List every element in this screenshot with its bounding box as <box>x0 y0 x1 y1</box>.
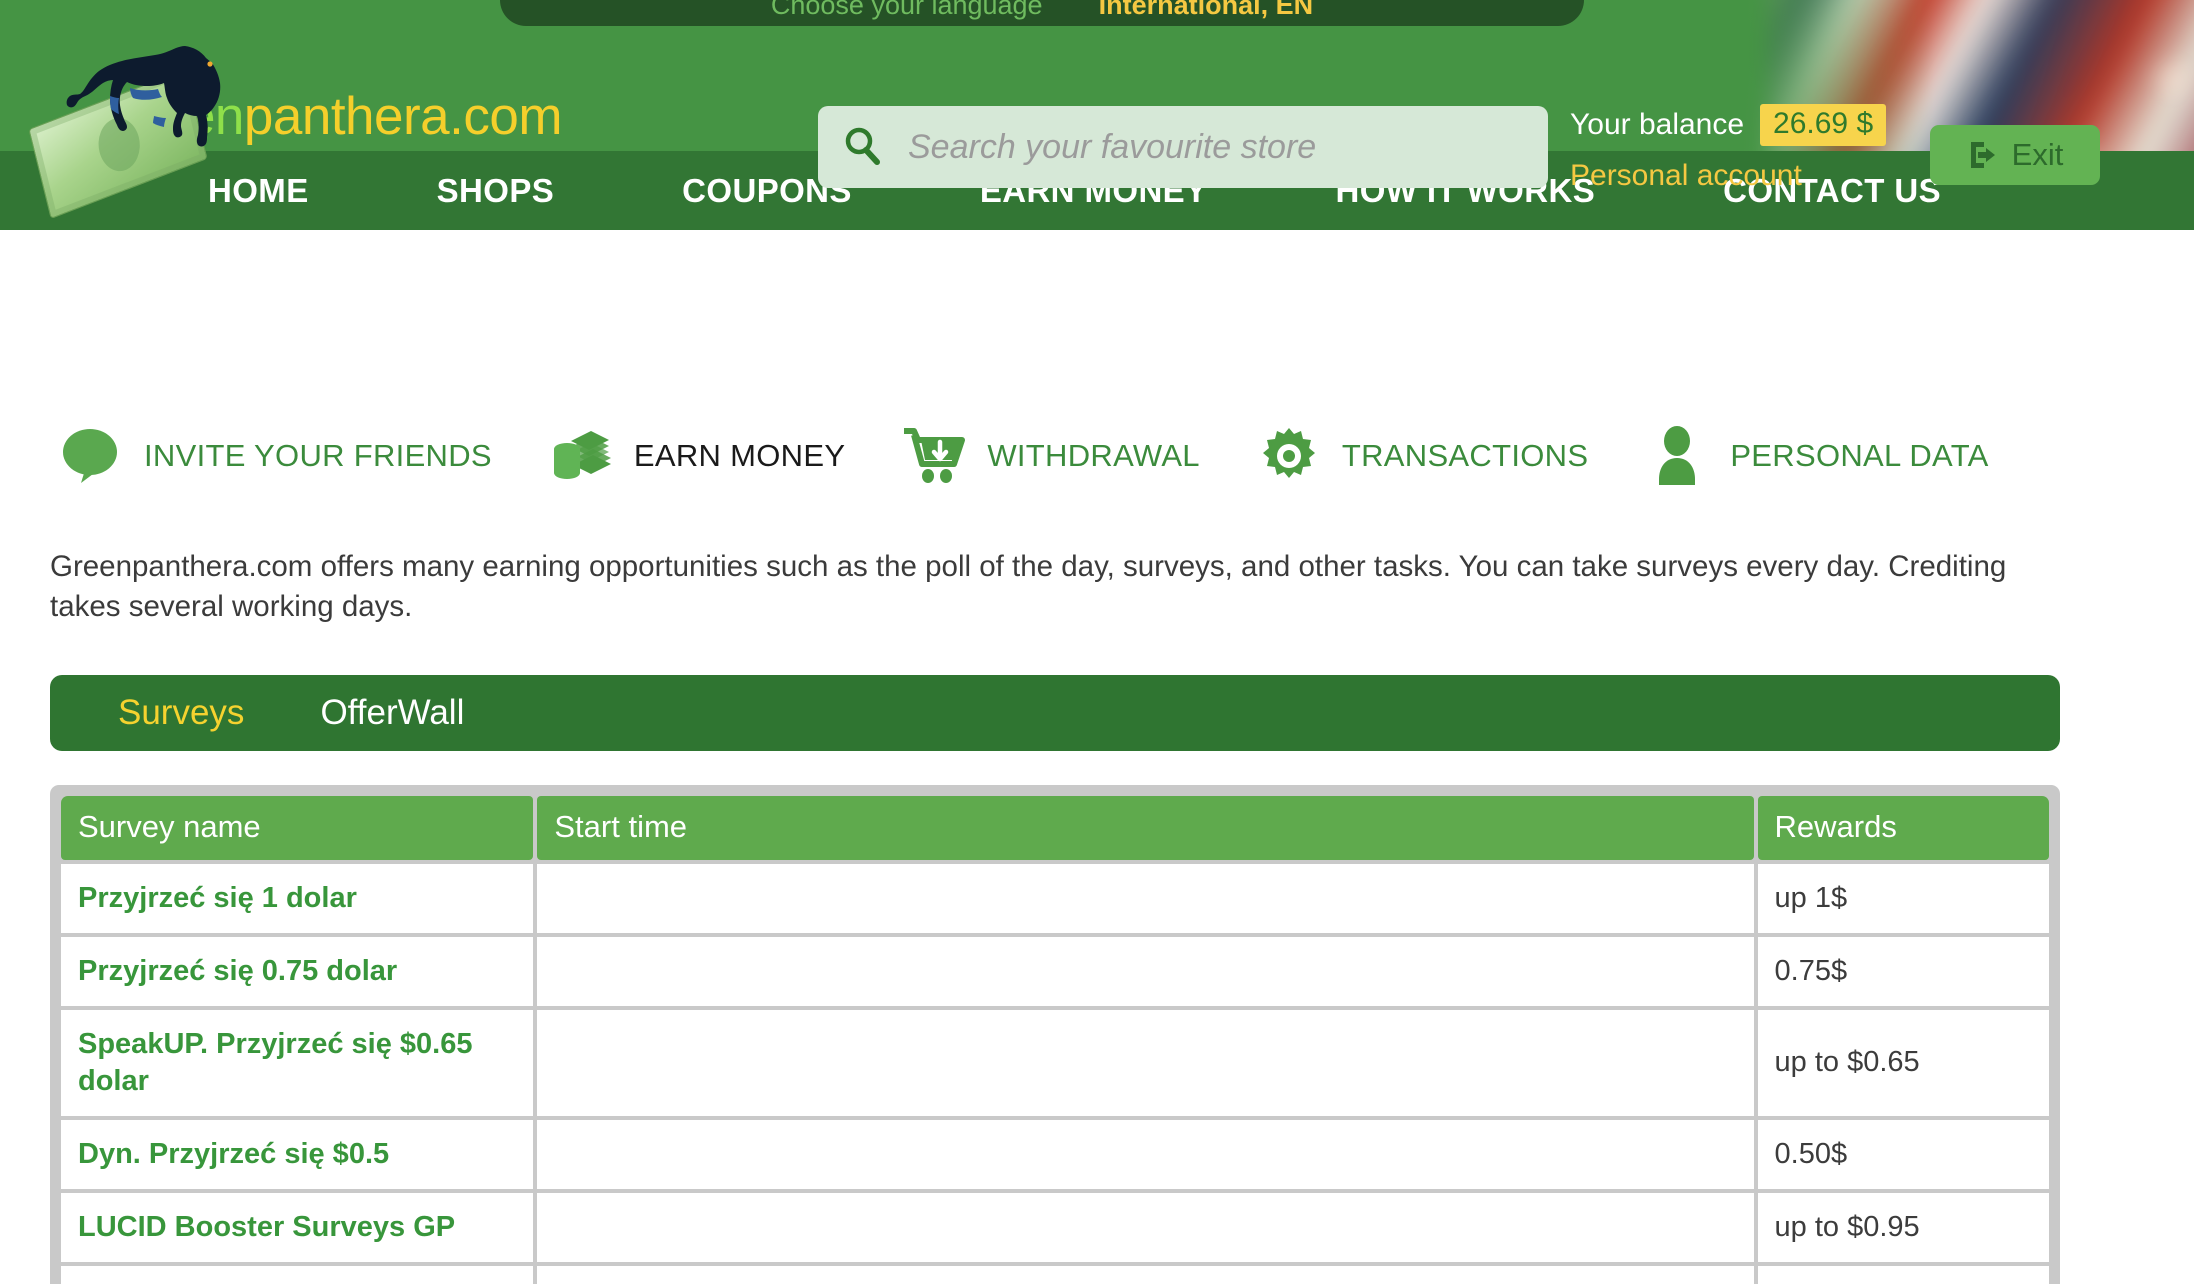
cell-reward: up to $0.95 <box>1757 1193 2049 1263</box>
personal-account-link[interactable]: Personal account <box>1570 159 1886 193</box>
balance-label: Your balance <box>1570 108 1745 141</box>
search-placeholder-text: Search your favourite store <box>908 127 1317 166</box>
quick-links-row: INVITE YOUR FRIENDS EARN MONEY WITHDRAWA… <box>48 425 2146 487</box>
table-row[interactable]: SpeakUP. Przyjrzeć się $0.65 dolar up to… <box>61 1009 2049 1117</box>
cell-reward: up to $0.65 <box>1757 1009 2049 1117</box>
quicklink-withdrawal[interactable]: WITHDRAWAL <box>901 425 1200 487</box>
quicklink-invite-your-friends[interactable]: INVITE YOUR FRIENDS <box>58 425 492 487</box>
tab-surveys[interactable]: Surveys <box>118 693 244 733</box>
search-icon <box>845 127 880 165</box>
cell-survey-name[interactable]: Przyjrzeć się 1 dolar <box>61 863 534 933</box>
column-header-start-time[interactable]: Start time <box>537 795 1754 860</box>
cell-start-time <box>537 1120 1754 1190</box>
cell-start-time <box>537 936 1754 1006</box>
cell-reward: 0.75$ <box>1757 936 2049 1006</box>
table-row[interactable]: Przyjrzeć się 1 dolar up 1$ <box>61 863 2049 933</box>
balance-amount-badge: 26.69 $ <box>1760 104 1887 146</box>
user-icon <box>1644 425 1710 487</box>
cell-survey-name[interactable]: SpeakUP. Przyjrzeć się $0.65 dolar <box>61 1009 534 1117</box>
table-row[interactable]: Dyn. Przyjrzeć się $0.5 0.50$ <box>61 1120 2049 1190</box>
cell-start-time <box>537 1193 1754 1263</box>
quicklink-label: WITHDRAWAL <box>987 438 1200 473</box>
quicklink-personal-data[interactable]: PERSONAL DATA <box>1644 425 1988 487</box>
table-row[interactable]: OpinionWorld Surveys Daily Router $0.70 <box>61 1266 2049 1284</box>
content-tabs: Surveys OfferWall <box>50 674 2060 751</box>
flag-star-icon <box>2149 52 2194 102</box>
language-selector-value[interactable]: International, EN <box>1099 0 1314 21</box>
cell-survey-name[interactable]: Dyn. Przyjrzeć się $0.5 <box>61 1120 534 1190</box>
column-header-rewards[interactable]: Rewards <box>1757 795 2049 860</box>
table-head: Survey name Start time Rewards <box>61 795 2049 860</box>
quicklink-label: TRANSACTIONS <box>1341 438 1589 473</box>
money-stack-icon <box>548 425 614 487</box>
cell-survey-name[interactable]: LUCID Booster Surveys GP <box>61 1193 534 1263</box>
table-row[interactable]: Przyjrzeć się 0.75 dolar 0.75$ <box>61 936 2049 1006</box>
quicklink-label: PERSONAL DATA <box>1730 438 1989 473</box>
quicklink-label: EARN MONEY <box>633 438 846 473</box>
table-row[interactable]: LUCID Booster Surveys GP up to $0.95 <box>61 1193 2049 1263</box>
exit-icon <box>1970 142 1995 168</box>
cell-start-time <box>537 863 1754 933</box>
cell-survey-name[interactable]: OpinionWorld Surveys Daily Router <box>61 1266 534 1284</box>
tab-offerwall[interactable]: OfferWall <box>320 693 464 733</box>
panther-silhouette-icon <box>66 46 221 147</box>
cell-start-time <box>537 1009 1754 1117</box>
surveys-table-container: Survey name Start time Rewards Przyjrzeć… <box>50 784 2060 1284</box>
balance-row: Your balance 26.69 $ <box>1570 104 1887 146</box>
surveys-table: Survey name Start time Rewards Przyjrzeć… <box>57 792 2053 1284</box>
quicklink-label: INVITE YOUR FRIENDS <box>144 438 492 473</box>
cell-survey-name[interactable]: Przyjrzeć się 0.75 dolar <box>61 936 534 1006</box>
cell-start-time <box>537 1266 1754 1284</box>
site-logo[interactable]: Greenpanthera.com <box>28 38 563 220</box>
cell-reward: 0.50$ <box>1757 1120 2049 1190</box>
quicklink-transactions[interactable]: TRANSACTIONS <box>1256 425 1588 487</box>
exit-button[interactable]: Exit <box>1930 125 2100 185</box>
table-body: Przyjrzeć się 1 dolar up 1$ Przyjrzeć si… <box>61 863 2049 1284</box>
panther-logo-icon <box>28 38 221 220</box>
account-balance-block: Your balance 26.69 $ Personal account <box>1570 104 1887 193</box>
search-input[interactable]: Search your favourite store <box>818 106 1548 188</box>
language-selector-label: Choose your language <box>770 0 1043 20</box>
language-selector-bar[interactable]: Choose your language International, EN <box>500 0 1584 26</box>
site-header: Choose your language International, EN G… <box>0 0 2194 230</box>
exit-button-label: Exit <box>2011 137 2064 172</box>
cell-reward: up 1$ <box>1757 863 2049 933</box>
quicklink-earn-money[interactable]: EARN MONEY <box>548 425 845 487</box>
logo-text-yellow: panthera.com <box>243 86 563 146</box>
speech-bubble-icon <box>58 425 124 487</box>
intro-paragraph: Greenpanthera.com offers many earning op… <box>50 550 2007 623</box>
gear-icon <box>1256 425 1322 487</box>
column-header-survey-name[interactable]: Survey name <box>61 795 534 860</box>
cell-reward: $0.70 <box>1757 1266 2049 1284</box>
table-header-row: Survey name Start time Rewards <box>61 795 2049 860</box>
cart-download-icon <box>901 425 967 487</box>
page-content: INVITE YOUR FRIENDS EARN MONEY WITHDRAWA… <box>0 425 2194 1284</box>
